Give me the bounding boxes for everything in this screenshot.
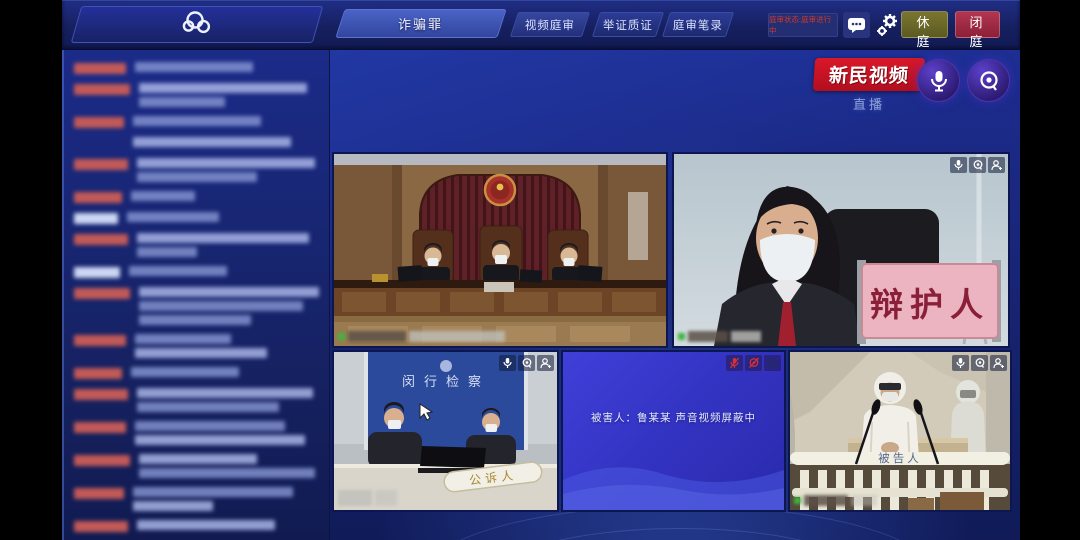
case-name-label: 诈骗罪 <box>398 17 444 32</box>
transcript-row-redacted <box>74 212 319 224</box>
video-defender[interactable]: 辩护人 <box>672 152 1010 348</box>
transcript-panel <box>62 50 330 540</box>
case-name-tab[interactable]: 诈骗罪 <box>335 9 507 38</box>
camera-icon[interactable] <box>971 355 988 371</box>
defender-plate-label: 辩护人 <box>870 287 990 324</box>
online-dot <box>794 497 801 504</box>
video-controls <box>950 157 1005 173</box>
chat-button[interactable] <box>843 12 870 38</box>
webcam-toggle-button[interactable] <box>967 59 1010 102</box>
gear-icon <box>876 14 897 36</box>
video-prosecutor[interactable]: 闵行检察 公诉人 <box>332 350 559 512</box>
transcript-row-redacted <box>74 454 319 478</box>
transcript-row-redacted <box>74 233 319 257</box>
courtroom-scene <box>334 154 666 346</box>
settings-button[interactable] <box>873 12 900 38</box>
cloud-logo-icon <box>180 9 214 40</box>
video-grid-area: 新民视频 直播 辩护人 闵行检察 公诉人 被害人：鲁某某 声音视频屏蔽中 被告人 <box>330 50 1020 540</box>
mic-icon[interactable] <box>499 355 516 371</box>
microphone-icon <box>930 70 947 91</box>
recess-button[interactable]: 休庭 <box>901 11 948 49</box>
live-branding: 新民视频 直播 <box>812 58 926 113</box>
camera-muted-icon[interactable] <box>745 355 762 371</box>
trial-status-badge: 庭审状态:庭审进行中 <box>768 13 838 37</box>
video-courtroom[interactable] <box>332 152 668 348</box>
transcript-row-redacted <box>74 137 319 149</box>
transcript-row-redacted <box>74 334 319 358</box>
close-court-button[interactable]: 闭庭 <box>955 11 1000 49</box>
webcam-icon <box>979 70 998 91</box>
online-dot <box>678 333 685 340</box>
transcript-row-redacted <box>74 158 319 182</box>
person-add-icon[interactable] <box>990 355 1007 371</box>
transcript-row-redacted <box>74 388 319 412</box>
wave-decoration <box>563 467 784 510</box>
participant-name-redacted <box>678 331 761 342</box>
transcript-row-redacted <box>74 520 319 532</box>
camera-icon[interactable] <box>969 157 986 173</box>
person-add-icon[interactable] <box>537 355 554 371</box>
transcript-row-redacted <box>74 266 319 278</box>
prosecutor-wall-label: 闵行检察 <box>402 374 490 389</box>
defender-scene: 辩护人 <box>674 154 1008 346</box>
person-add-icon[interactable] <box>988 157 1005 173</box>
transcript-row-redacted <box>74 83 319 107</box>
transcript-row-redacted <box>74 116 319 128</box>
court-app-window: 诈骗罪 视频庭审 举证质证 庭审笔录 庭审状态:庭审进行中 休庭 闭庭 新民视频… <box>62 0 1020 540</box>
defendant-scene: 被告人 <box>790 352 1010 510</box>
participant-name-redacted <box>338 331 505 342</box>
transcript-row-redacted <box>74 287 319 325</box>
live-status-label: 直播 <box>852 97 885 112</box>
online-dot <box>338 333 345 340</box>
participant-name-redacted <box>338 490 397 506</box>
video-controls <box>726 355 781 371</box>
transcript-row-redacted <box>74 487 319 511</box>
tab-video-trial[interactable]: 视频庭审 <box>509 12 591 37</box>
mic-muted-icon[interactable] <box>726 355 743 371</box>
transcript-row-redacted <box>74 191 319 203</box>
broadcaster-logo: 新民视频 <box>812 58 926 91</box>
transcript-row-redacted <box>74 62 319 74</box>
chat-icon <box>848 17 865 33</box>
person-add-icon[interactable] <box>764 355 781 371</box>
top-bar: 诈骗罪 视频庭审 举证质证 庭审笔录 庭审状态:庭审进行中 休庭 闭庭 <box>62 0 1020 50</box>
video-defendant[interactable]: 被告人 <box>788 350 1012 512</box>
participant-name-redacted <box>794 495 877 506</box>
mic-icon[interactable] <box>950 157 967 173</box>
virtual-court-screen: 诈骗罪 视频庭审 举证质证 庭审笔录 庭审状态:庭审进行中 休庭 闭庭 新民视频… <box>0 0 1080 540</box>
defendant-plate-label: 被告人 <box>878 452 922 465</box>
tab-transcript[interactable]: 庭审笔录 <box>661 12 735 37</box>
transcript-row-redacted <box>74 367 319 379</box>
tab-evidence[interactable]: 举证质证 <box>591 12 665 37</box>
mic-icon[interactable] <box>952 355 969 371</box>
app-logo-panel <box>70 6 324 43</box>
victim-blocked-notice: 被害人：鲁某某 声音视频屏蔽中 <box>591 412 756 424</box>
camera-icon[interactable] <box>518 355 535 371</box>
video-controls <box>952 355 1007 371</box>
video-controls <box>499 355 554 371</box>
prosecutor-scene: 闵行检察 公诉人 <box>334 352 557 510</box>
transcript-row-redacted <box>74 421 319 445</box>
video-victim-blocked[interactable]: 被害人：鲁某某 声音视频屏蔽中 <box>561 350 786 512</box>
microphone-toggle-button[interactable] <box>917 59 960 102</box>
